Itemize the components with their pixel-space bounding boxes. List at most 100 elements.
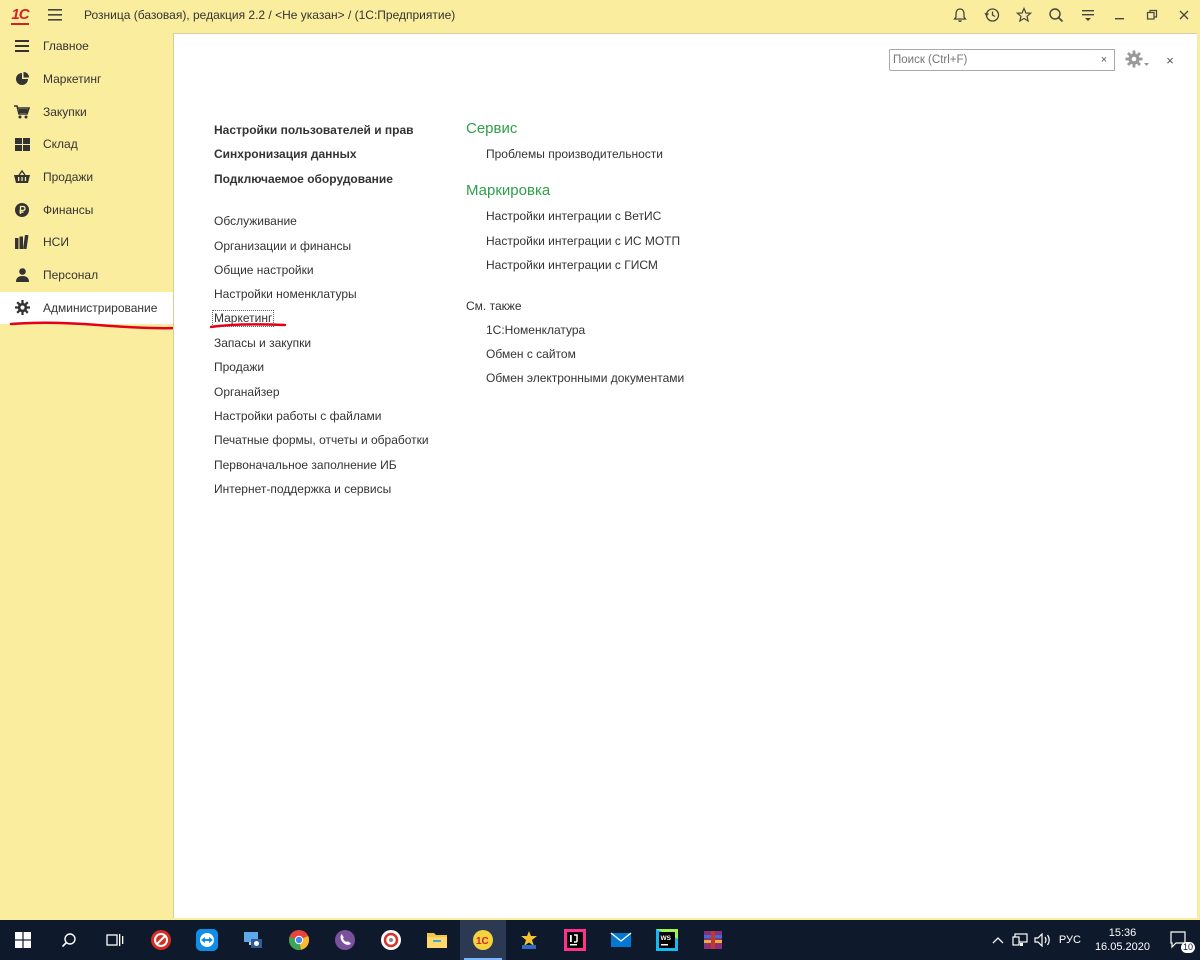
link-1c-nomenclature[interactable]: 1С:Номенклатура: [466, 318, 684, 342]
main-content: × × Настройки пользователей и прав Синхр…: [173, 33, 1197, 918]
app-tax-service-icon[interactable]: [506, 920, 552, 960]
app-chrome-icon[interactable]: [276, 920, 322, 960]
sidebar-item-main[interactable]: Главное: [0, 30, 173, 63]
bell-icon[interactable]: [944, 0, 976, 30]
app-intellij-icon[interactable]: [552, 920, 598, 960]
sidebar-item-nsi[interactable]: НСИ: [0, 226, 173, 259]
notifications-count: 10: [1180, 942, 1195, 953]
sidebar: Главное Маркетинг Закупки Склад Продажи …: [0, 30, 173, 920]
settings-lines-icon[interactable]: [1072, 0, 1104, 30]
network-icon[interactable]: [1009, 920, 1031, 960]
link-sales[interactable]: Продажи: [214, 355, 429, 379]
volume-icon[interactable]: [1031, 920, 1055, 960]
tray-chevron-up-icon[interactable]: [987, 920, 1009, 960]
app-winrar-icon[interactable]: [690, 920, 736, 960]
see-also-title: См. также: [466, 298, 522, 313]
books-icon: [14, 234, 30, 250]
app-file-explorer-icon[interactable]: [414, 920, 460, 960]
sidebar-item-label: НСИ: [43, 235, 69, 250]
link-organizations-finance[interactable]: Организации и финансы: [214, 234, 429, 258]
windows-start-icon[interactable]: [0, 920, 46, 960]
sidebar-item-marketing[interactable]: Маркетинг: [0, 63, 173, 96]
history-icon[interactable]: [976, 0, 1008, 30]
ruble-coin-icon: [14, 202, 30, 218]
main-menu-icon[interactable]: [40, 0, 70, 30]
clock-date: 16.05.2020: [1094, 941, 1150, 953]
search-clear-button[interactable]: ×: [1094, 49, 1115, 71]
link-site-exchange[interactable]: Обмен с сайтом: [466, 342, 684, 366]
restore-icon[interactable]: [1136, 0, 1168, 30]
link-motp-integration[interactable]: Настройки интеграции с ИС МОТП: [466, 229, 684, 253]
clock-time: 15:36: [1108, 927, 1137, 939]
app-viber-icon[interactable]: [322, 920, 368, 960]
taskbar-search-icon[interactable]: [46, 920, 92, 960]
link-stock-purchases[interactable]: Запасы и закупки: [214, 331, 429, 355]
group-title-marking: Маркировка: [466, 182, 551, 200]
link-organizer[interactable]: Органайзер: [214, 380, 429, 404]
sidebar-item-sales[interactable]: Продажи: [0, 161, 173, 194]
sidebar-item-label: Склад: [43, 137, 78, 152]
sidebar-item-personnel[interactable]: Персонал: [0, 259, 173, 292]
app-remote-desktop-icon[interactable]: [230, 920, 276, 960]
link-gism-integration[interactable]: Настройки интеграции с ГИСМ: [466, 253, 684, 277]
sidebar-item-label: Закупки: [43, 104, 87, 119]
keyboard-language[interactable]: РУС: [1055, 934, 1085, 946]
search-icon[interactable]: [1040, 0, 1072, 30]
sidebar-item-label: Главное: [43, 39, 89, 54]
minimize-icon[interactable]: [1104, 0, 1136, 30]
window-close-icon[interactable]: [1168, 0, 1200, 30]
app-mail-icon[interactable]: [598, 920, 644, 960]
person-icon: [14, 267, 30, 283]
clock[interactable]: 15:36 16.05.2020: [1085, 926, 1160, 954]
link-vetis-integration[interactable]: Настройки интеграции с ВетИС: [466, 204, 684, 228]
close-button[interactable]: ×: [1160, 50, 1180, 70]
sidebar-item-label: Финансы: [43, 202, 94, 217]
taskbar: 1С WS РУС 15:36 16.05.2020 10: [0, 920, 1200, 960]
sidebar-item-administration[interactable]: Администрирование: [0, 291, 173, 325]
link-data-sync[interactable]: Синхронизация данных: [214, 142, 429, 166]
app-browser-icon[interactable]: [368, 920, 414, 960]
link-initial-fill[interactable]: Первоначальное заполнение ИБ: [214, 453, 429, 477]
search-field[interactable]: [889, 49, 1095, 71]
left-links-column: Настройки пользователей и прав Синхрониз…: [211, 118, 429, 502]
group-title-service: Сервис: [466, 120, 518, 137]
task-view-icon[interactable]: [92, 920, 138, 960]
menu-lines-icon: [14, 38, 30, 54]
app-teamviewer-icon[interactable]: [184, 920, 230, 960]
link-file-settings[interactable]: Настройки работы с файлами: [214, 404, 429, 428]
link-performance-problems[interactable]: Проблемы производительности: [466, 142, 684, 166]
basket-icon: [14, 169, 30, 185]
window-title: Розница (базовая), редакция 2.2 / <Не ук…: [84, 8, 456, 22]
star-icon[interactable]: [1008, 0, 1040, 30]
sidebar-item-warehouse[interactable]: Склад: [0, 128, 173, 161]
link-user-rights-settings[interactable]: Настройки пользователей и прав: [214, 118, 429, 142]
search-input[interactable]: [890, 50, 1074, 70]
link-edi-exchange[interactable]: Обмен электронными документами: [466, 366, 684, 390]
1c-logo-icon[interactable]: 1С: [0, 0, 40, 30]
link-internet-support[interactable]: Интернет-поддержка и сервисы: [214, 477, 429, 501]
link-nomenclature-settings[interactable]: Настройки номенклатуры: [214, 282, 429, 306]
app-1c-enterprise-icon[interactable]: 1С: [460, 920, 506, 960]
link-print-forms[interactable]: Печатные формы, отчеты и обработки: [214, 428, 429, 452]
link-maintenance[interactable]: Обслуживание: [214, 209, 429, 233]
svg-text:1С: 1С: [476, 936, 489, 947]
sidebar-item-finance[interactable]: Финансы: [0, 193, 173, 226]
app-antivirus-icon[interactable]: [138, 920, 184, 960]
sidebar-item-purchases[interactable]: Закупки: [0, 95, 173, 128]
link-connected-equipment[interactable]: Подключаемое оборудование: [214, 167, 429, 191]
gear-icon: [14, 300, 30, 316]
right-links-column: Сервис Проблемы производительности Марки…: [466, 116, 684, 391]
sidebar-item-label: Маркетинг: [43, 72, 102, 87]
title-bar: 1С Розница (базовая), редакция 2.2 / <Не…: [0, 0, 1200, 30]
link-marketing[interactable]: Маркетинг: [211, 309, 275, 327]
cart-icon: [14, 104, 30, 120]
settings-gear-icon[interactable]: [1124, 48, 1152, 72]
notifications-icon[interactable]: 10: [1160, 920, 1200, 960]
warehouse-grid-icon: [14, 136, 30, 152]
system-tray: РУС 15:36 16.05.2020 10: [987, 920, 1200, 960]
app-webstorm-icon[interactable]: WS: [644, 920, 690, 960]
svg-text:WS: WS: [661, 935, 672, 942]
link-general-settings[interactable]: Общие настройки: [214, 258, 429, 282]
sidebar-item-label: Персонал: [43, 268, 99, 283]
sidebar-item-label: Администрирование: [43, 300, 158, 315]
